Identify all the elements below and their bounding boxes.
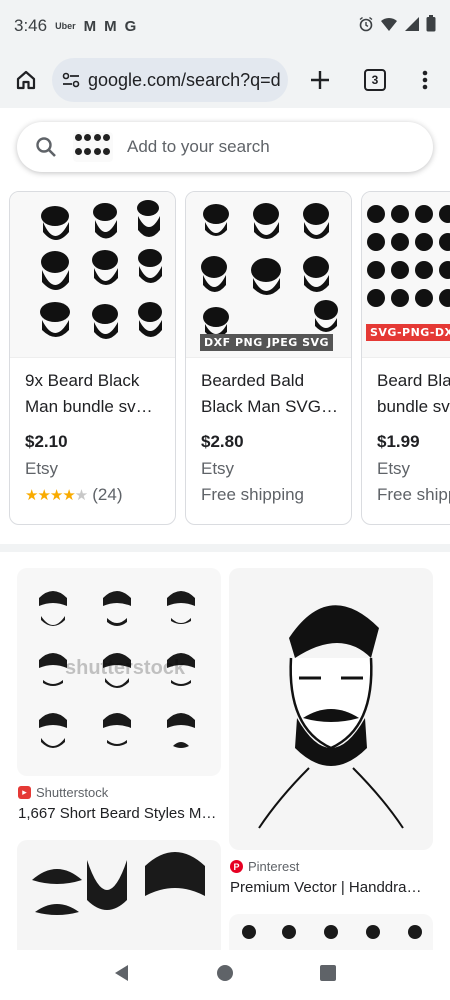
back-icon xyxy=(114,964,128,981)
search-bar[interactable]: Add to your search xyxy=(17,122,433,172)
back-button[interactable] xyxy=(113,964,131,987)
system-navigation-bar xyxy=(0,950,450,1000)
google-notification-icon: G xyxy=(124,17,137,35)
pinterest-icon: P xyxy=(230,860,243,873)
source-name: Shutterstock xyxy=(36,785,109,800)
home-button[interactable] xyxy=(0,52,52,108)
product-price: $2.10 xyxy=(25,432,68,451)
status-left: 3:46 Uber M M G xyxy=(14,16,136,36)
recents-button[interactable] xyxy=(319,964,337,987)
product-card[interactable]: 9x Beard Black Man bundle sv… $2.10 Etsy… xyxy=(9,191,176,525)
overflow-menu-button[interactable] xyxy=(402,52,448,108)
image-source[interactable]: P Pinterest xyxy=(230,859,299,874)
alarm-icon xyxy=(358,16,374,37)
status-bar: 3:46 Uber M M G xyxy=(0,0,450,52)
product-price: $2.80 xyxy=(201,432,244,451)
address-bar[interactable]: google.com/search?q=d xyxy=(52,58,288,102)
wifi-icon xyxy=(380,16,398,37)
product-image-banner: DXF PNG JPEG SVG xyxy=(200,334,334,351)
search-icon xyxy=(36,137,56,157)
square-recents-icon xyxy=(320,964,337,981)
product-merchant: Etsy xyxy=(25,459,59,478)
signal-icon xyxy=(404,16,420,37)
product-carousel: 9x Beard Black Man bundle sv… $2.10 Etsy… xyxy=(9,191,450,525)
browser-toolbar: google.com/search?q=d 3 xyxy=(0,52,450,108)
product-price: $1.99 xyxy=(377,432,420,451)
star-rating-icon: ★★★★★ xyxy=(25,487,88,504)
image-caption[interactable]: 1,667 Short Beard Styles M… xyxy=(18,805,216,822)
product-shipping: Free shipping xyxy=(377,485,450,504)
product-image[interactable]: SVG-PNG-DXF xyxy=(362,192,450,358)
home-icon xyxy=(16,70,36,90)
battery-icon xyxy=(426,15,436,37)
search-placeholder[interactable]: Add to your search xyxy=(127,137,270,157)
product-card[interactable]: DXF PNG JPEG SVG Bearded Bald Black Man … xyxy=(185,191,352,525)
image-result-thumbnail[interactable] xyxy=(229,914,433,950)
source-name: Pinterest xyxy=(248,859,300,874)
site-settings-icon[interactable] xyxy=(62,72,80,88)
product-card[interactable]: SVG-PNG-DXF Beard Black Man bundle sv… $… xyxy=(361,191,450,525)
product-title[interactable]: Bearded Bald Black Man SVG… xyxy=(201,368,341,420)
uber-notification-icon: Uber xyxy=(55,21,76,31)
home-nav-button[interactable] xyxy=(216,964,234,987)
gmail-notification-icon-2: M xyxy=(104,17,117,35)
product-merchant: Etsy xyxy=(377,459,411,478)
review-count: (24) xyxy=(92,485,123,504)
product-image-banner: SVG-PNG-DXF xyxy=(366,324,450,341)
product-image[interactable] xyxy=(10,192,175,358)
image-result-thumbnail[interactable]: shutterstock xyxy=(17,568,221,776)
more-vert-icon xyxy=(422,70,428,90)
status-right xyxy=(358,15,436,37)
url-text[interactable]: google.com/search?q=d xyxy=(88,70,281,91)
image-result-thumbnail[interactable] xyxy=(229,568,433,850)
section-divider xyxy=(0,544,450,552)
query-image-thumbnail[interactable] xyxy=(73,132,113,162)
shutterstock-icon: ▸ xyxy=(18,786,31,799)
product-title[interactable]: 9x Beard Black Man bundle sv… xyxy=(25,368,165,420)
image-result-thumbnail[interactable] xyxy=(17,840,221,950)
tab-switcher-button[interactable]: 3 xyxy=(348,52,402,108)
status-time: 3:46 xyxy=(14,16,48,35)
gmail-notification-icon: M xyxy=(83,17,97,35)
image-caption[interactable]: Premium Vector | Handdra… xyxy=(230,879,421,896)
product-merchant: Etsy xyxy=(201,459,235,478)
product-title[interactable]: Beard Black Man bundle sv… xyxy=(377,368,450,420)
new-tab-button[interactable] xyxy=(292,52,348,108)
image-source[interactable]: ▸ Shutterstock xyxy=(18,785,108,800)
page-content: Add to your search 9x Beard Black Man bu… xyxy=(0,108,450,950)
product-shipping: Free shipping xyxy=(201,485,305,504)
plus-icon xyxy=(311,71,329,89)
product-image[interactable]: DXF PNG JPEG SVG xyxy=(186,192,351,358)
circle-home-icon xyxy=(216,964,233,981)
product-rating: ★★★★★ (24) xyxy=(25,485,122,505)
watermark-text: shutterstock xyxy=(65,657,186,679)
tab-count: 3 xyxy=(364,69,386,91)
